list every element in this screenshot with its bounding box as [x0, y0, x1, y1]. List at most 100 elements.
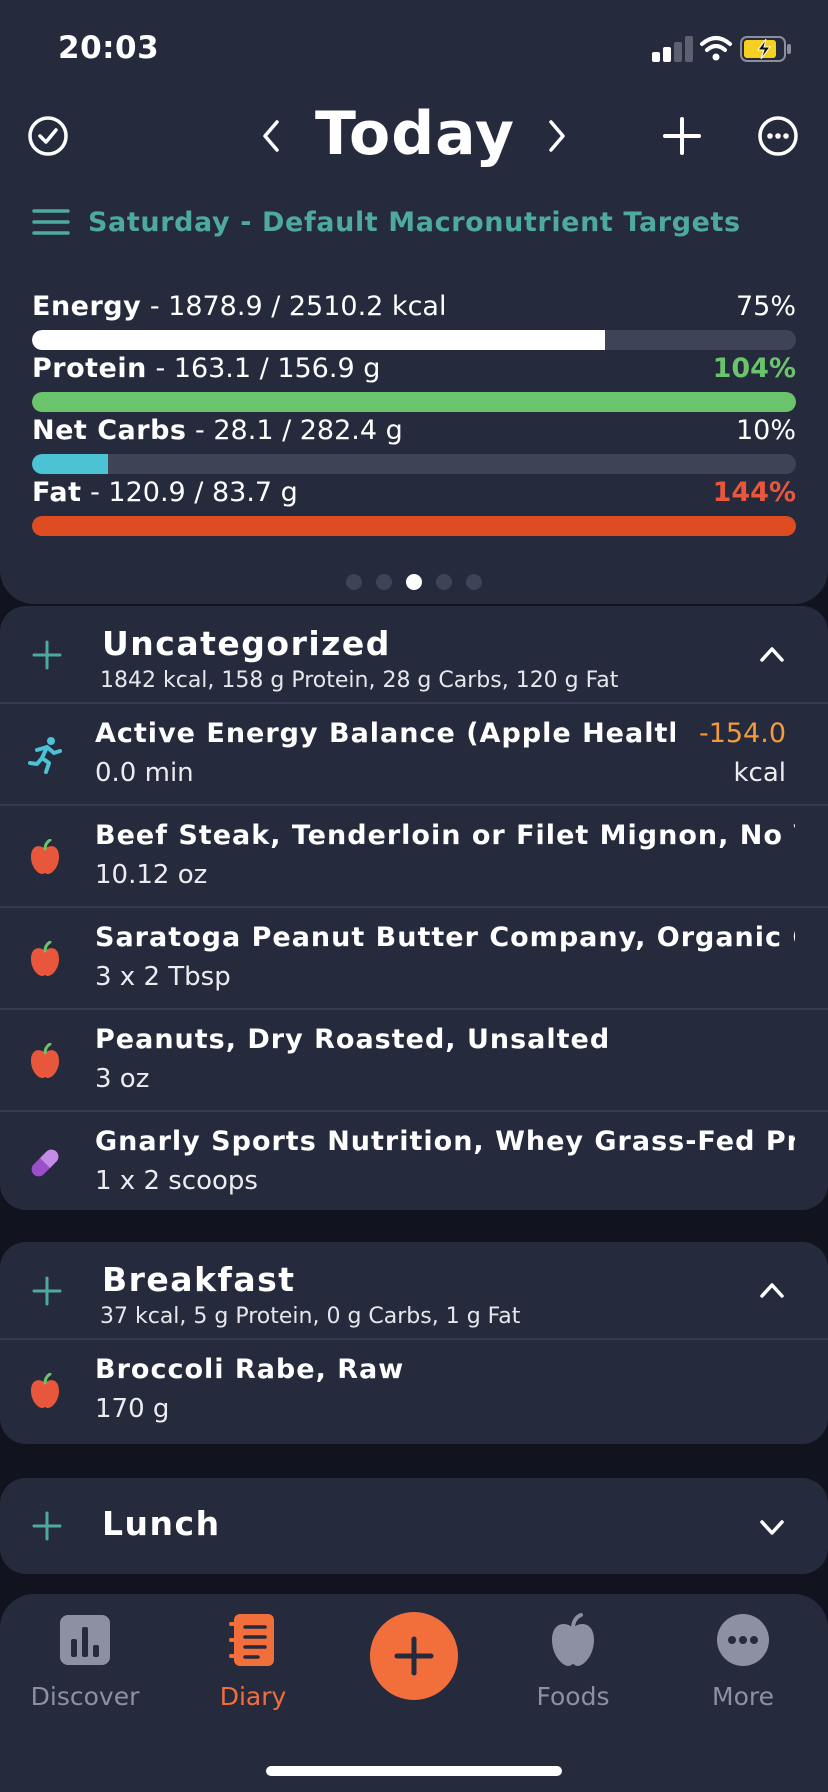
page-indicator[interactable] — [0, 574, 828, 590]
targets-selector[interactable]: Saturday - Default Macronutrient Targets — [32, 200, 741, 244]
food-entry[interactable]: Gnarly Sports Nutrition, Whey Grass-Fed … — [0, 1112, 828, 1210]
section-title: Uncategorized — [102, 624, 391, 663]
food-entry[interactable]: Saratoga Peanut Butter Company, Organic … — [0, 908, 828, 1010]
more-icon — [715, 1612, 771, 1668]
tab-label: More — [712, 1682, 774, 1711]
apple-icon — [26, 940, 64, 978]
entry-amount: 1 x 2 scoops — [95, 1166, 258, 1196]
tab-diary[interactable]: Diary — [178, 1612, 328, 1711]
food-entry[interactable]: Peanuts, Dry Roasted, Unsalted 3 oz — [0, 1010, 828, 1112]
macro-row: Fat - 120.9 / 83.7 g 144% — [32, 476, 796, 536]
food-entry[interactable]: Beef Steak, Tenderloin or Filet Mignon, … — [0, 806, 828, 908]
tab-bar: Discover Diary Foods More — [0, 1594, 828, 1792]
section-summary: 1842 kcal, 158 g Protein, 28 g Carbs, 12… — [100, 668, 619, 693]
macro-row: Protein - 163.1 / 156.9 g 104% — [32, 352, 796, 412]
macro-name: Net Carbs — [32, 415, 187, 446]
macro-percent: 144% — [712, 477, 796, 508]
breakfast-section: Breakfast 37 kcal, 5 g Protein, 0 g Carb… — [0, 1242, 828, 1444]
check-circle-icon[interactable] — [26, 114, 70, 158]
apple-icon — [26, 1372, 64, 1410]
entry-amount: 170 g — [95, 1394, 170, 1424]
plus-icon[interactable] — [660, 114, 704, 158]
macro-percent: 10% — [735, 415, 796, 446]
macro-percent: 75% — [735, 291, 796, 322]
macro-progress-fill — [32, 516, 796, 536]
tab-more[interactable]: More — [668, 1612, 818, 1711]
section-header[interactable]: Breakfast 37 kcal, 5 g Protein, 0 g Carb… — [0, 1242, 828, 1340]
page-title: Today — [315, 99, 515, 169]
tab-discover[interactable]: Discover — [10, 1612, 160, 1711]
entry-name: Broccoli Rabe, Raw — [95, 1354, 405, 1385]
macro-name: Protein — [32, 353, 147, 384]
status-bar: 20:03 — [0, 0, 828, 100]
notebook-icon — [225, 1612, 281, 1668]
entry-amount: 3 oz — [95, 1064, 150, 1094]
add-icon[interactable] — [32, 1276, 62, 1306]
macro-progress-fill — [32, 392, 796, 412]
apple-icon — [26, 1042, 64, 1080]
page-dot[interactable] — [436, 574, 452, 590]
macro-progress-fill — [32, 330, 605, 350]
signal-icon — [652, 36, 694, 62]
running-icon — [26, 736, 64, 774]
macro-row: Energy - 1878.9 / 2510.2 kcal 75% — [32, 290, 796, 350]
chevron-right-icon[interactable] — [542, 114, 572, 158]
chart-icon — [57, 1612, 113, 1668]
page-dot[interactable] — [346, 574, 362, 590]
entry-value: -154.0 — [698, 718, 786, 749]
plus-icon — [394, 1636, 434, 1676]
add-icon[interactable] — [32, 640, 62, 670]
home-indicator — [266, 1766, 562, 1776]
page-dot[interactable] — [406, 574, 422, 590]
chevron-up-icon[interactable] — [760, 1282, 784, 1298]
lunch-section[interactable]: Lunch — [0, 1478, 828, 1574]
entry-amount: 10.12 oz — [95, 860, 208, 890]
macro-progress-bar — [32, 516, 796, 536]
entry-name: Beef Steak, Tenderloin or Filet Mignon, … — [95, 820, 795, 851]
targets-label: Saturday - Default Macronutrient Targets — [88, 206, 741, 238]
entry-amount: 3 x 2 Tbsp — [95, 962, 231, 992]
macro-name: Energy — [32, 291, 142, 322]
section-header[interactable]: Uncategorized 1842 kcal, 158 g Protein, … — [0, 606, 828, 704]
tab-label: Foods — [536, 1682, 610, 1711]
chevron-down-icon[interactable] — [760, 1520, 784, 1536]
macro-detail: - 28.1 / 282.4 g — [186, 415, 403, 446]
uncategorized-section: Uncategorized 1842 kcal, 158 g Protein, … — [0, 606, 828, 1210]
apple-icon — [545, 1612, 601, 1668]
section-title: Lunch — [102, 1504, 221, 1543]
macro-progress-bar — [32, 330, 796, 350]
tab-foods[interactable]: Foods — [498, 1612, 648, 1711]
pill-icon — [26, 1144, 64, 1182]
header: Today — [0, 100, 828, 200]
chevron-up-icon[interactable] — [760, 646, 784, 662]
section-title: Breakfast — [102, 1260, 296, 1299]
tab-label: Diary — [219, 1682, 287, 1711]
entry-unit: kcal — [733, 758, 786, 788]
entry-name: Active Energy Balance (Apple Health) — [95, 718, 675, 749]
entry-name: Gnarly Sports Nutrition, Whey Grass-Fed … — [95, 1126, 795, 1157]
food-entry[interactable]: Active Energy Balance (Apple Health) 0.0 … — [0, 704, 828, 806]
entry-name: Saratoga Peanut Butter Company, Organic … — [95, 922, 795, 953]
entry-name: Peanuts, Dry Roasted, Unsalted — [95, 1024, 611, 1055]
macro-detail: - 163.1 / 156.9 g — [146, 353, 381, 384]
food-entry[interactable]: Broccoli Rabe, Raw 170 g — [0, 1340, 828, 1442]
battery-icon — [740, 36, 791, 62]
wifi-icon — [700, 36, 732, 61]
macro-name: Fat — [32, 477, 82, 508]
page-dot[interactable] — [376, 574, 392, 590]
macro-detail: - 120.9 / 83.7 g — [81, 477, 298, 508]
add-icon[interactable] — [32, 1511, 62, 1541]
more-options-icon[interactable] — [756, 114, 800, 158]
hamburger-icon — [32, 209, 70, 235]
apple-icon — [26, 838, 64, 876]
page-dot[interactable] — [466, 574, 482, 590]
section-summary: 37 kcal, 5 g Protein, 0 g Carbs, 1 g Fat — [100, 1304, 521, 1329]
macro-row: Net Carbs - 28.1 / 282.4 g 10% — [32, 414, 796, 474]
add-button[interactable] — [370, 1612, 458, 1700]
macro-progress-bar — [32, 392, 796, 412]
chevron-left-icon[interactable] — [256, 114, 286, 158]
tab-label: Discover — [30, 1682, 140, 1711]
macro-percent: 104% — [712, 353, 796, 384]
macro-progress-bar — [32, 454, 796, 474]
entry-amount: 0.0 min — [95, 758, 194, 788]
